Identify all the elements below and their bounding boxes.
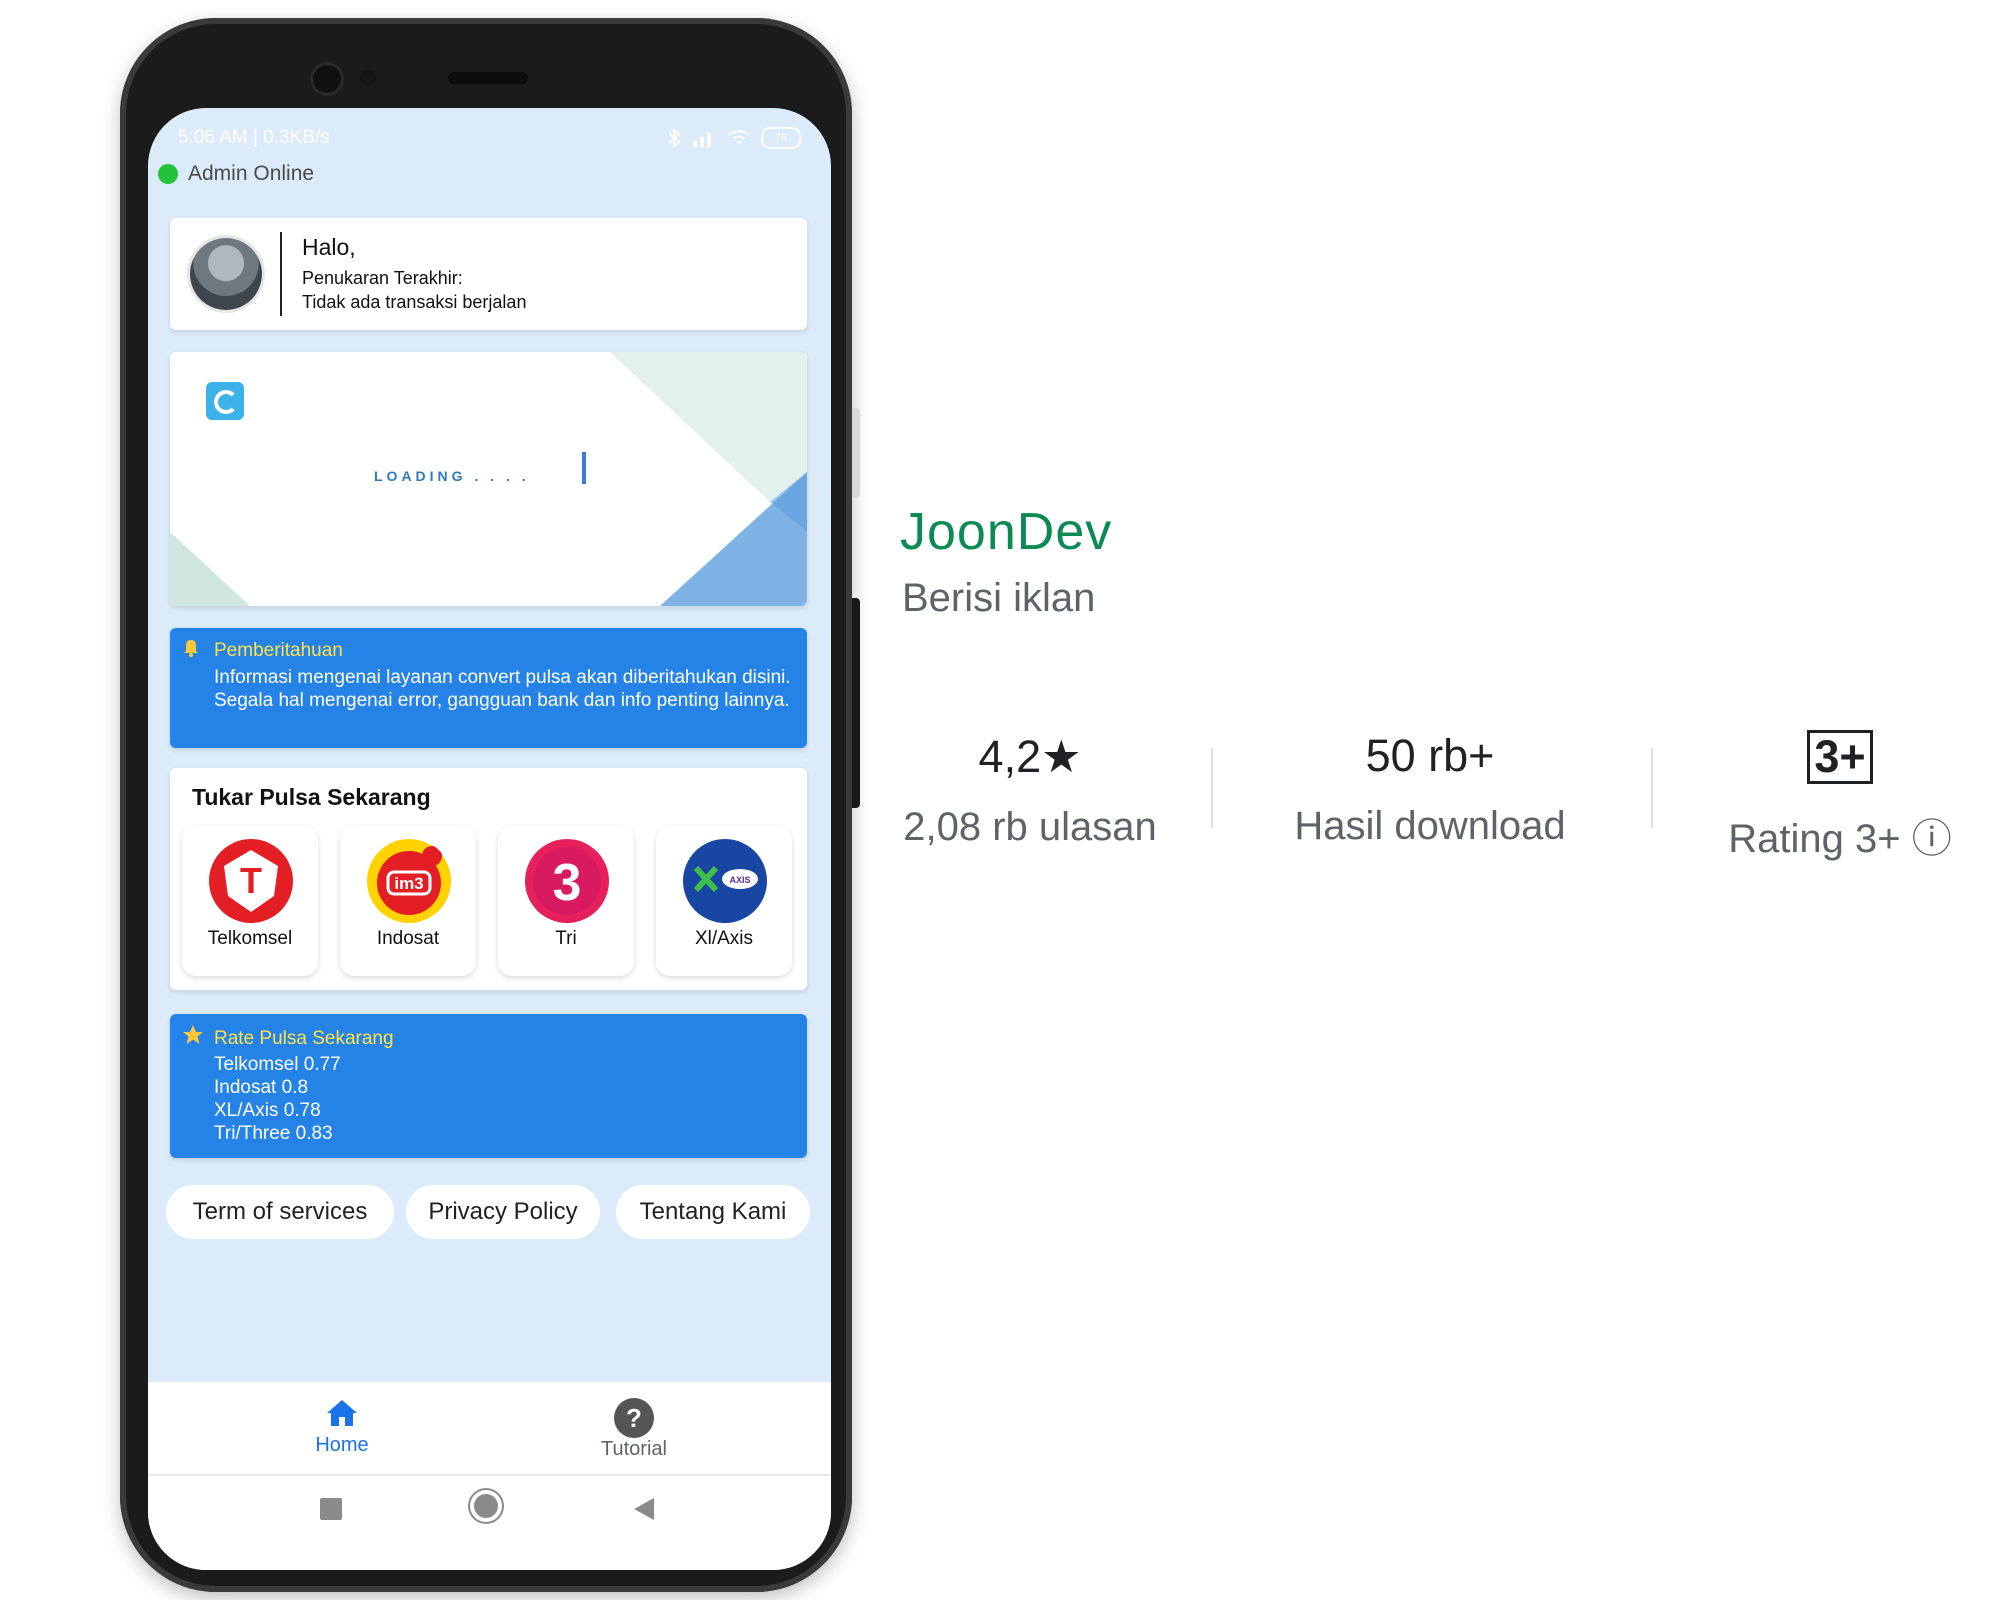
last-exchange-value: Tidak ada transaksi berjalan [302,292,527,312]
status-bar: 5:06 AM | 0,3KB/s 76 [178,120,801,156]
front-camera [310,62,344,96]
content-rating-badge-icon: 3+ [1807,730,1873,784]
back-icon[interactable] [632,1496,656,1522]
text-cursor [582,452,586,484]
system-navigation [148,1476,831,1570]
signal-icon [693,133,711,147]
svg-text:im3: im3 [394,874,423,893]
review-count: 2,08 rb ulasan [903,805,1157,849]
exchange-title: Tukar Pulsa Sekarang [192,784,431,810]
rate-card: Rate Pulsa Sekarang Telkomsel 0.77 Indos… [170,1014,807,1158]
operator-tri[interactable]: 3 Tri [498,826,634,976]
terms-of-service-link[interactable]: Term of services [166,1185,394,1239]
star-icon [183,1025,203,1044]
exchange-section: Tukar Pulsa Sekarang T Telkomsel im3 Ind… [170,768,807,990]
rating-stat[interactable]: 4,2★ 2,08 rb ulasan [880,730,1180,850]
divider [1651,748,1653,828]
bottom-navigation: Home ? Tutorial [148,1382,831,1476]
home-icon [327,1400,357,1426]
ads-label: Berisi iklan [902,576,1096,620]
online-dot-icon [158,164,178,184]
nav-tutorial[interactable]: ? Tutorial [574,1398,694,1461]
recents-icon[interactable] [320,1498,342,1520]
greeting-card: Halo, Penukaran Terakhir: Tidak ada tran… [170,218,807,330]
operator-name: Xl/Axis [694,928,754,949]
nav-home-label: Home [315,1434,369,1456]
admin-status-label: Admin Online [188,162,315,185]
banner-logo-icon [206,382,244,420]
battery-icon: 76 [761,127,801,149]
divider [1211,748,1213,828]
app-screen: 5:06 AM | 0,3KB/s 76 Admin Online Halo, … [148,108,831,1570]
notice-text: Informasi mengenai layanan convert pulsa… [214,667,791,711]
loading-text: LOADING . . . . [374,468,530,484]
rate-line: Indosat 0.8 [214,1077,309,1098]
downloads-value: 50 rb+ [1365,730,1495,781]
sensor [360,70,376,86]
operator-telkomsel[interactable]: T Telkomsel [182,826,318,976]
help-icon: ? [614,1398,654,1438]
xl-axis-logo-icon: AXIS [683,839,767,923]
greeting-title: Halo, [302,234,356,260]
home-circle-icon[interactable] [474,1494,498,1518]
developer-name[interactable]: JoonDev [900,502,1112,562]
telkomsel-logo-icon: T [209,839,293,923]
privacy-policy-link[interactable]: Privacy Policy [406,1185,600,1239]
notice-title: Pemberitahuan [214,640,343,661]
content-rating-label: Rating 3+ [1728,817,1901,861]
status-time: 5:06 AM | 0,3KB/s [178,127,330,148]
rating-value: 4,2 [978,731,1042,782]
bluetooth-icon [668,128,681,148]
earpiece-speaker [448,72,528,84]
last-exchange-label: Penukaran Terakhir: [302,268,463,288]
rate-title: Rate Pulsa Sekarang [214,1028,394,1049]
nav-tutorial-label: Tutorial [601,1438,667,1460]
wifi-icon [728,130,750,144]
downloads-label: Hasil download [1294,804,1566,848]
star-icon: ★ [1041,731,1082,782]
content-rating-stat[interactable]: 3+ Rating 3+ ⓘ [1710,730,1970,864]
operator-name: Tri [555,928,577,949]
info-icon[interactable]: ⓘ [1912,817,1952,861]
divider [280,232,282,316]
rate-line: XL/Axis 0.78 [214,1100,321,1121]
operator-name: Indosat [376,928,440,949]
bell-icon [184,640,198,657]
svg-text:3: 3 [553,854,582,912]
volume-button [852,408,860,498]
rate-line: Telkomsel 0.77 [214,1054,341,1075]
indosat-logo-icon: im3 [367,839,451,923]
operator-name: Telkomsel [207,928,293,949]
tri-logo-icon: 3 [525,839,609,923]
nav-home[interactable]: Home [282,1398,402,1457]
svg-text:AXIS: AXIS [729,875,750,885]
operator-indosat[interactable]: im3 Indosat [340,826,476,976]
downloads-stat: 50 rb+ Hasil download [1270,730,1590,849]
admin-status: Admin Online [158,162,314,186]
phone-frame: 5:06 AM | 0,3KB/s 76 Admin Online Halo, … [120,18,860,1592]
svg-text:T: T [240,860,262,901]
avatar[interactable] [190,238,262,310]
loading-banner[interactable]: LOADING . . . . [170,352,807,606]
notice-card: Pemberitahuan Informasi mengenai layanan… [170,628,807,748]
power-button [852,598,860,808]
operator-xl-axis[interactable]: AXIS Xl/Axis [656,826,792,976]
rate-line: Tri/Three 0.83 [214,1123,333,1144]
about-us-link[interactable]: Tentang Kami [616,1185,810,1239]
